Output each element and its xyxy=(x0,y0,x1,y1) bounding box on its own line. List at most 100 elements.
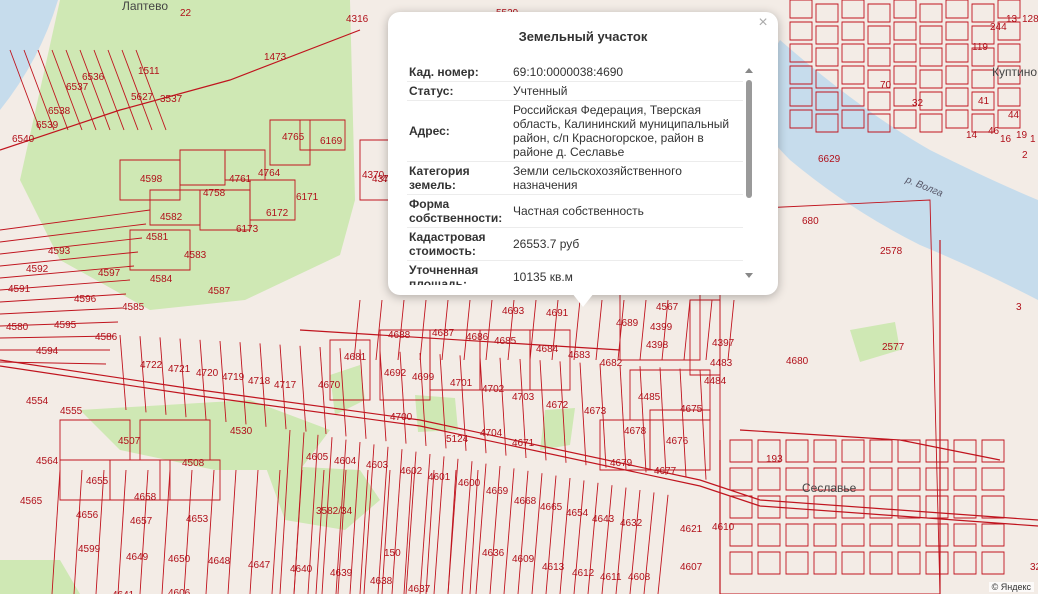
parcel-number-label: 32 xyxy=(912,98,924,109)
parcel-number-label: 1473 xyxy=(264,52,287,63)
parcel-number-label: 41 xyxy=(978,96,990,107)
parcel-number-label: 22 xyxy=(180,8,192,19)
parcel-number-label: 4508 xyxy=(182,458,205,469)
parcel-number-label: 4397 xyxy=(712,338,735,349)
parcel-number-label: 4583 xyxy=(184,250,207,261)
parcel-number-label: 4685 xyxy=(494,336,517,347)
parcel-number-label: 4671 xyxy=(512,438,535,449)
parcel-number-label: 4648 xyxy=(208,556,231,567)
parcel-number-label: 4699 xyxy=(412,372,435,383)
parcel-number-label: 4721 xyxy=(168,364,191,375)
parcel-number-label: 4683 xyxy=(568,350,591,361)
parcel-number-label: 4594 xyxy=(36,346,59,357)
parcel-number-label: 4598 xyxy=(140,174,163,185)
parcel-info-popup[interactable]: × Земельный участок Кад. номер: 69:10:000… xyxy=(388,12,778,295)
parcel-number-label: 4680 xyxy=(786,356,809,367)
attribute-row: Уточненная площадь: 10135 кв.м xyxy=(407,260,743,285)
attribute-value: Учтенный xyxy=(509,81,743,101)
attribute-row: Адрес: Российская Федерация, Тверская обл… xyxy=(407,100,743,162)
parcel-number-label: 4639 xyxy=(330,568,353,579)
parcel-number-label: 4720 xyxy=(196,368,219,379)
parcel-number-label: 3582/34 xyxy=(316,506,353,517)
scroll-down-icon[interactable] xyxy=(745,273,753,278)
parcel-number-label: 4586 xyxy=(95,332,118,343)
parcel-number-label: 14 xyxy=(966,130,978,141)
parcel-number-label: 4700 xyxy=(390,412,413,423)
parcel-number-label: 16 xyxy=(1000,134,1012,145)
parcel-number-label: 4610 xyxy=(712,522,735,533)
place-name-label: Сеславье xyxy=(802,481,857,495)
parcel-number-label: 3 xyxy=(1016,302,1022,313)
parcel-number-label: 4670 xyxy=(318,380,341,391)
parcel-number-label: 128 xyxy=(1022,14,1038,25)
parcel-number-label: 4398 xyxy=(646,340,669,351)
parcel-number-label: 4719 xyxy=(222,372,245,383)
parcel-number-label: 4613 xyxy=(542,562,565,573)
parcel-number-label: 4677 xyxy=(654,466,677,477)
parcel-number-label: 32 xyxy=(1030,562,1038,573)
parcel-number-label: 5627 xyxy=(131,92,154,103)
parcel-number-label: 4605 xyxy=(306,452,329,463)
parcel-number-label: 5124 xyxy=(446,434,469,445)
parcel-number-label: 4554 xyxy=(26,396,49,407)
parcel-number-label: 6173 xyxy=(236,224,259,235)
parcel-number-label: 13 xyxy=(1006,14,1018,25)
attribute-table: Кад. номер: 69:10:0000038:4690 Статус: Учте… xyxy=(407,63,743,285)
parcel-number-label: 4686 xyxy=(466,332,489,343)
parcel-number-label: 4592 xyxy=(26,264,49,275)
place-name-label: Куптино xyxy=(992,65,1037,79)
parcel-number-label: 4600 xyxy=(458,478,481,489)
attribute-value: 10135 кв.м xyxy=(509,260,743,285)
parcel-number-label: 4604 xyxy=(334,456,357,467)
parcel-number-label: 4656 xyxy=(76,510,99,521)
popup-title: Земельный участок xyxy=(518,29,648,44)
parcel-number-label: 4555 xyxy=(60,406,83,417)
attribute-row: Статус: Учтенный xyxy=(407,81,743,101)
parcel-number-label: 4682 xyxy=(600,358,623,369)
parcel-number-label: 4632 xyxy=(620,518,643,529)
attribute-value: Частная собственность xyxy=(509,194,743,228)
parcel-number-label: 4596 xyxy=(74,294,97,305)
parcel-number-label: 4702 xyxy=(482,384,505,395)
parcel-number-label: 4657 xyxy=(130,516,153,527)
parcel-number-label: 119 xyxy=(972,42,988,53)
parcel-number-label: 4688 xyxy=(388,330,411,341)
popup-scroll-area[interactable]: Кад. номер: 69:10:0000038:4690 Статус: Учте… xyxy=(407,63,743,285)
parcel-number-label: 4640 xyxy=(290,564,313,575)
parcel-number-label: 4679 xyxy=(610,458,633,469)
popup-pointer xyxy=(572,293,594,307)
attribute-key: Форма собственности: xyxy=(407,194,509,228)
parcel-number-label: 4580 xyxy=(6,322,29,333)
parcel-number-label: 4668 xyxy=(514,496,537,507)
parcel-number-label: 4655 xyxy=(86,476,109,487)
parcel-number-label: 4689 xyxy=(616,318,639,329)
attribute-key: Кад. номер: xyxy=(407,63,509,82)
parcel-number-label: 4764 xyxy=(258,168,281,179)
parcel-number-label: 4649 xyxy=(126,552,149,563)
parcel-number-label: 4316 xyxy=(346,14,369,25)
parcel-number-label: 4673 xyxy=(584,406,607,417)
parcel-number-label: 4654 xyxy=(566,508,589,519)
parcel-number-label: 4603 xyxy=(366,460,389,471)
parcel-number-label: 4687 xyxy=(432,328,455,339)
parcel-number-label: 4684 xyxy=(536,344,559,355)
parcel-number-label: 4672 xyxy=(546,400,569,411)
attribute-key: Уточненная площадь: xyxy=(407,260,509,285)
scroll-up-icon[interactable] xyxy=(745,68,753,73)
parcel-number-label: 2578 xyxy=(880,246,903,257)
parcel-number-label: 6629 xyxy=(818,154,841,165)
parcel-number-label: 4581 xyxy=(146,232,169,243)
parcel-number-label: 4565 xyxy=(20,496,43,507)
parcel-number-label: 2577 xyxy=(882,342,905,353)
popup-scrollbar[interactable] xyxy=(744,66,754,280)
parcel-number-label: 4691 xyxy=(546,308,569,319)
parcel-number-label: 4609 xyxy=(512,554,535,565)
attribute-key: Категория земель: xyxy=(407,161,509,195)
parcel-number-label: 4638 xyxy=(370,576,393,587)
parcel-number-label: 4608 xyxy=(628,572,651,583)
parcel-number-label: 4530 xyxy=(230,426,253,437)
parcel-number-label: 6537 xyxy=(66,82,89,93)
scrollbar-thumb[interactable] xyxy=(746,80,752,198)
parcel-number-label: 4692 xyxy=(384,368,407,379)
parcel-number-label: 4675 xyxy=(680,404,703,415)
